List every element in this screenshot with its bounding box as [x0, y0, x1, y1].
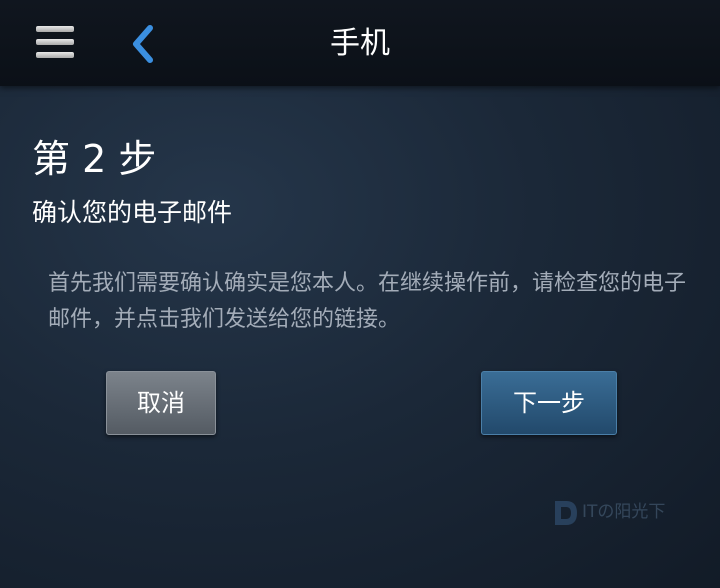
next-step-button[interactable]: 下一步 — [481, 371, 617, 435]
step-title: 第 2 步 — [32, 137, 157, 181]
cancel-button[interactable]: 取消 — [106, 371, 216, 435]
instruction-text: 首先我们需要确认确实是您本人。在继续操作前，请检查您的电子邮件，并点击我们发送给… — [48, 271, 687, 332]
watermark-d-icon — [555, 501, 577, 525]
page-title: 手机 — [330, 26, 390, 61]
app-header: 手机 — [0, 0, 720, 86]
watermark-text: ITの阳光下 — [582, 502, 666, 522]
step-subtitle: 确认您的电子邮件 — [32, 198, 233, 227]
watermark-logo: ITの阳光下 — [552, 496, 672, 530]
